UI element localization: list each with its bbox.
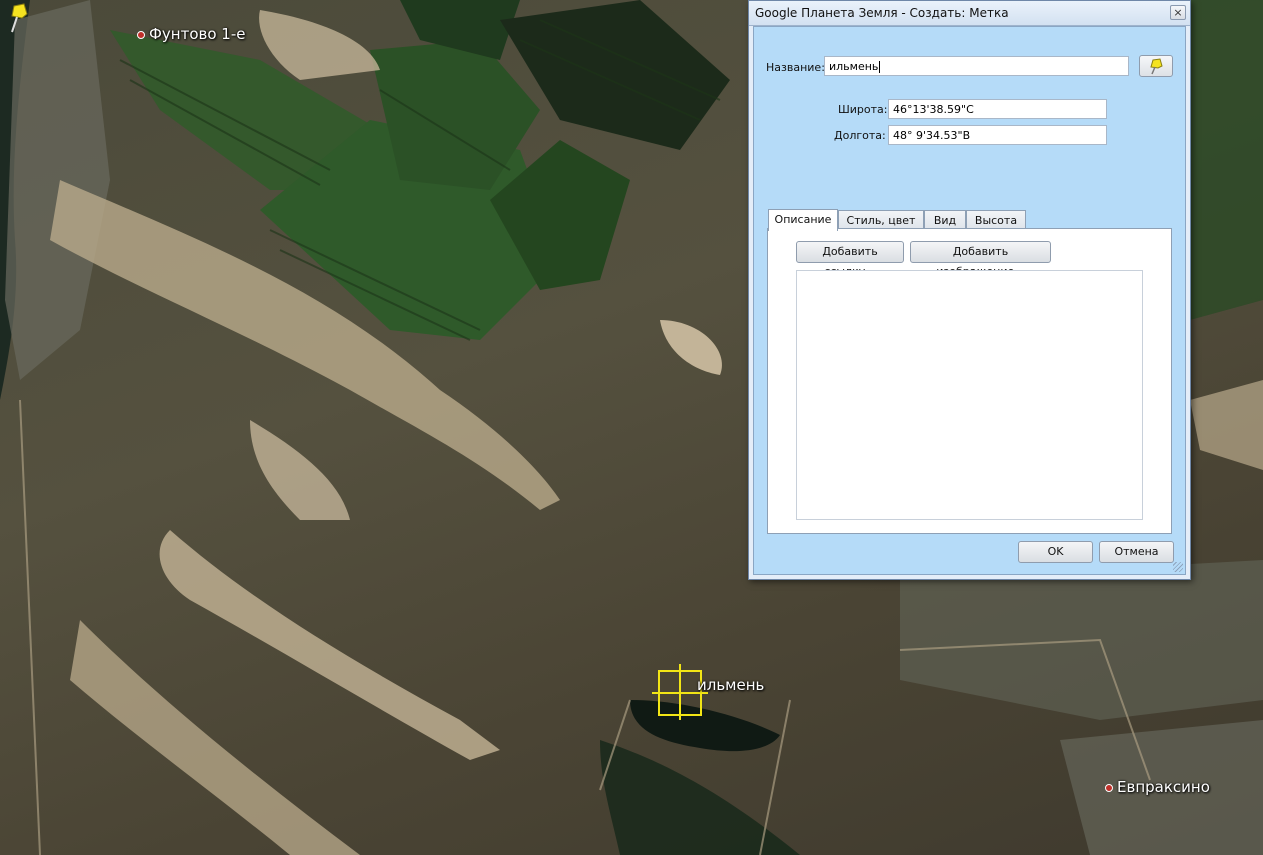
resize-grip-icon[interactable]	[1173, 562, 1183, 572]
name-label: Название:	[766, 61, 825, 74]
place-label-funtovo[interactable]: Фунтово 1-е	[137, 25, 245, 43]
tab-style-color[interactable]: Стиль, цвет	[838, 210, 924, 230]
dialog-body: Название: ильмень Широта: 46°13'38.59"С …	[753, 26, 1186, 575]
create-placemark-dialog: Google Планета Земля - Создать: Метка × …	[748, 0, 1191, 580]
tab-description[interactable]: Описание	[768, 209, 838, 231]
text-caret	[879, 61, 881, 73]
placemark-label[interactable]: ильмень	[697, 676, 764, 694]
description-textarea[interactable]	[796, 270, 1143, 520]
yellow-pushpin-icon[interactable]	[0, 0, 34, 38]
latitude-label: Широта:	[838, 103, 888, 116]
description-panel: Добавить ссылку... Добавить изображение.…	[767, 228, 1172, 534]
add-link-button[interactable]: Добавить ссылку...	[796, 241, 904, 278]
dialog-title: Google Планета Земля - Создать: Метка	[755, 6, 1009, 20]
add-image-button[interactable]: Добавить изображение...	[910, 241, 1051, 278]
ok-button[interactable]: OK	[1018, 541, 1093, 563]
place-dot-icon	[137, 30, 145, 39]
place-dot-icon	[1105, 783, 1113, 792]
pin-style-button[interactable]	[1139, 55, 1173, 77]
dialog-titlebar[interactable]: Google Планета Земля - Создать: Метка ×	[749, 1, 1190, 26]
longitude-label: Долгота:	[834, 129, 886, 142]
placemark-selection-box[interactable]	[658, 670, 702, 716]
place-label-evpraksino[interactable]: Евпраксино	[1105, 778, 1210, 796]
close-icon[interactable]: ×	[1170, 5, 1186, 20]
yellow-pushpin-icon	[1150, 58, 1163, 75]
cancel-button[interactable]: Отмена	[1099, 541, 1174, 563]
latitude-field[interactable]: 46°13'38.59"С	[888, 99, 1107, 119]
longitude-field[interactable]: 48° 9'34.53"В	[888, 125, 1107, 145]
tab-view[interactable]: Вид	[924, 210, 966, 230]
tab-altitude[interactable]: Высота	[966, 210, 1026, 230]
name-field[interactable]: ильмень	[824, 56, 1129, 76]
